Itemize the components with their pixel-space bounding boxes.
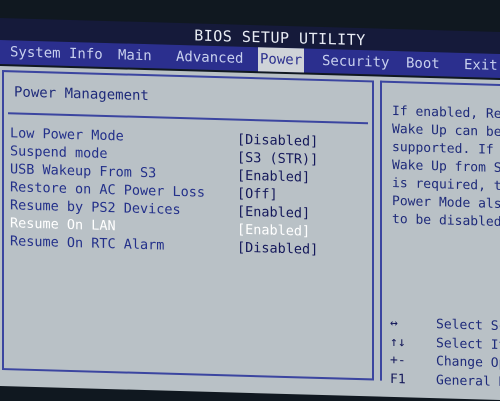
tab-boot[interactable]: Boot bbox=[406, 51, 440, 76]
setting-value[interactable]: [Disabled] bbox=[237, 239, 318, 259]
up-down-arrow-icon: ↑↓ bbox=[390, 334, 406, 350]
f1-key: F1 bbox=[390, 371, 406, 387]
plus-minus-key: +- bbox=[390, 352, 406, 369]
key-description: Change Opt bbox=[436, 354, 500, 372]
setting-value[interactable]: [S3 (STR)] bbox=[237, 149, 318, 169]
setting-label: Resume On RTC Alarm bbox=[10, 233, 165, 254]
key-legend: ↔ Select Scr ↑↓ Select Ite +- Change Opt… bbox=[390, 315, 500, 393]
help-line: to be disabled. bbox=[392, 211, 500, 231]
setting-value[interactable]: [Off] bbox=[237, 185, 278, 204]
tab-advanced[interactable]: Advanced bbox=[176, 45, 243, 71]
setup-panel: Power Management Low Power Mode [Disable… bbox=[0, 66, 500, 401]
section-title: Power Management bbox=[14, 84, 149, 105]
tab-main[interactable]: Main bbox=[118, 43, 152, 68]
tab-power[interactable]: Power bbox=[258, 47, 305, 73]
left-right-arrow-icon: ↔ bbox=[390, 315, 398, 332]
key-row: F1 General He bbox=[390, 370, 500, 392]
tab-exit[interactable]: Exit bbox=[464, 53, 498, 78]
setting-value[interactable]: [Enabled] bbox=[237, 221, 310, 241]
setting-value[interactable]: [Disabled] bbox=[237, 131, 318, 151]
tab-security[interactable]: Security bbox=[322, 49, 389, 75]
tab-system-info[interactable]: System Info bbox=[10, 40, 103, 67]
help-pane: If enabled, Rem Wake Up can be supported… bbox=[380, 80, 500, 390]
section-divider bbox=[8, 112, 368, 125]
key-description: Select Scr bbox=[436, 317, 500, 335]
setting-value[interactable]: [Enabled] bbox=[237, 167, 310, 187]
setting-value[interactable]: [Enabled] bbox=[237, 203, 310, 223]
key-description: Select Ite bbox=[436, 335, 500, 353]
help-text: If enabled, Rem Wake Up can be supported… bbox=[392, 103, 500, 233]
settings-pane: Power Management Low Power Mode [Disable… bbox=[2, 70, 374, 381]
